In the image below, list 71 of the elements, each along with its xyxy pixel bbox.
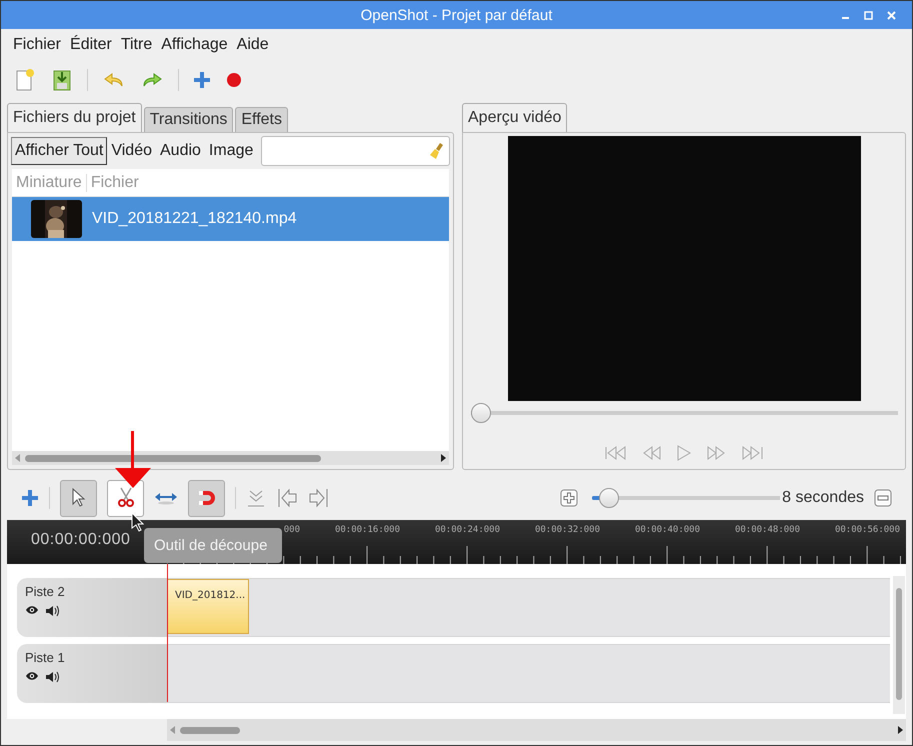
track-name: Piste 2 <box>25 584 66 599</box>
time-label: 00:00:24:000 <box>434 525 500 535</box>
add-track-icon[interactable] <box>21 489 39 507</box>
tab[interactable]: Transitions <box>144 107 234 132</box>
scroll-left-icon[interactable] <box>15 454 21 462</box>
snap-tool-button[interactable] <box>188 480 225 516</box>
window-title: OpenShot - Projet par défaut <box>360 6 552 24</box>
menu-item[interactable]: Éditer <box>70 36 112 60</box>
save-icon[interactable] <box>51 68 73 92</box>
close-icon[interactable] <box>887 11 896 20</box>
track-header[interactable]: Piste 1 <box>17 644 167 703</box>
jump-end-icon[interactable] <box>740 446 764 460</box>
tab[interactable]: Fichiers du projet <box>7 103 142 132</box>
scroll-left-icon[interactable] <box>170 726 176 734</box>
scroll-right-icon[interactable] <box>440 454 446 462</box>
tab[interactable]: Aperçu vidéo <box>462 103 568 132</box>
filter-button[interactable]: Afficher Tout <box>11 137 108 165</box>
jump-start-icon[interactable] <box>604 446 628 460</box>
razor-tool-button[interactable] <box>107 480 144 516</box>
marker-icon[interactable] <box>246 488 266 508</box>
next-marker-icon[interactable] <box>308 487 330 509</box>
clip-label: VID_201812... <box>175 590 246 601</box>
filter-button[interactable]: Audio <box>156 137 205 165</box>
filter-button[interactable]: Vidéo <box>107 137 156 165</box>
menu-item[interactable]: Fichier <box>13 36 62 60</box>
tab[interactable]: Effets <box>235 107 288 132</box>
time-label: 00:00:40:000 <box>634 525 700 535</box>
previous-marker-icon[interactable] <box>276 487 298 509</box>
zoom-in-icon[interactable] <box>560 489 578 507</box>
eye-icon[interactable] <box>25 605 39 615</box>
time-label: 00:00:16:000 <box>334 525 400 535</box>
pointer-icon <box>70 488 86 508</box>
track-name: Piste 1 <box>25 650 66 665</box>
new-file-icon[interactable] <box>15 68 37 92</box>
pointer-tool-button[interactable] <box>60 480 97 516</box>
search-field[interactable] <box>261 136 450 166</box>
timecode: 00:00:00:000 <box>31 531 130 549</box>
track-lane[interactable]: VID_201812... <box>167 578 890 637</box>
scroll-right-icon[interactable] <box>897 726 903 734</box>
play-icon[interactable] <box>676 445 692 461</box>
time-label: 00:00:56:000 <box>834 525 900 535</box>
time-label: 00:00:48:000 <box>734 525 800 535</box>
filter-button[interactable]: Image <box>204 137 258 165</box>
menu-item[interactable]: Aide <box>236 36 269 60</box>
maximize-icon[interactable] <box>864 11 873 20</box>
add-icon[interactable] <box>193 71 211 89</box>
resize-arrows-icon[interactable] <box>154 491 178 505</box>
horizontal-scrollbar[interactable] <box>12 451 449 465</box>
eye-icon[interactable] <box>25 671 39 681</box>
fast-forward-icon[interactable] <box>706 446 726 460</box>
time-label: 00:00:32:000 <box>534 525 600 535</box>
mouse-pointer-icon <box>131 512 144 532</box>
vertical-scrollbar[interactable] <box>893 576 905 714</box>
zoom-out-icon[interactable] <box>874 489 892 507</box>
tooltip: Outil de découpe <box>144 528 282 563</box>
clip[interactable]: VID_201812... <box>167 579 249 634</box>
menu-item[interactable]: Titre <box>120 36 152 60</box>
annotation-arrow <box>113 431 153 489</box>
magnet-icon <box>196 489 216 507</box>
time-label: 000 <box>284 525 300 535</box>
zoom-label: 8 secondes <box>782 489 864 507</box>
file-name: VID_20181221_182140.mp4 <box>92 210 297 228</box>
speaker-icon[interactable] <box>45 605 59 617</box>
track-header[interactable]: Piste 2 <box>17 578 167 637</box>
record-icon[interactable] <box>225 71 243 89</box>
clear-icon[interactable] <box>429 142 445 160</box>
timeline-scrollbar[interactable] <box>167 719 906 741</box>
speaker-icon[interactable] <box>45 671 59 683</box>
rewind-icon[interactable] <box>642 446 662 460</box>
scissors-icon <box>116 487 134 509</box>
menu-item[interactable]: Affichage <box>161 36 228 60</box>
